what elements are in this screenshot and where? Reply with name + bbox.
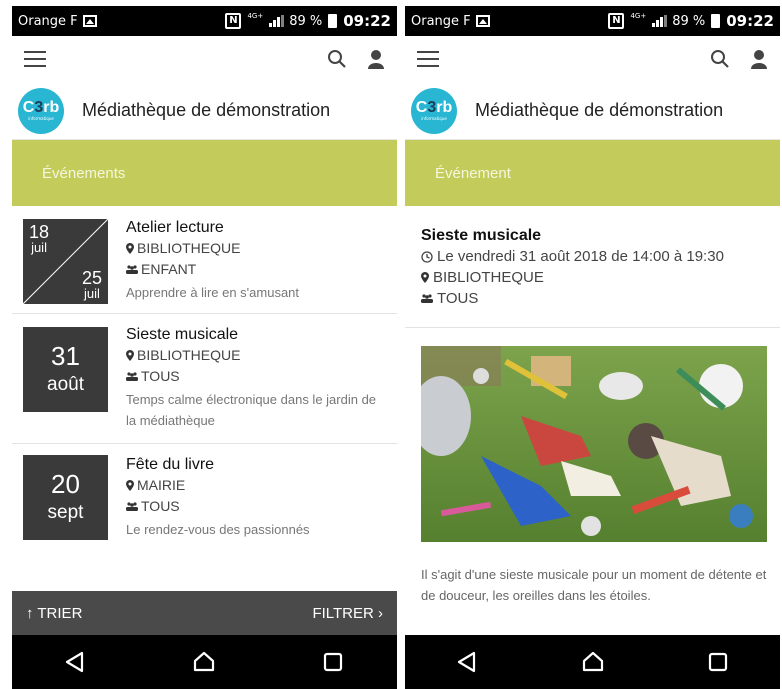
- menu-icon[interactable]: [24, 51, 46, 67]
- event-audience: TOUS: [141, 368, 180, 384]
- start-day: 18: [29, 222, 50, 242]
- event-datetime: Le vendredi 31 août 2018 de 14:00 à 19:3…: [437, 248, 724, 265]
- event-title: Sieste musicale: [421, 227, 542, 244]
- event-detail-screen: Orange F N 4G+ 89 % 09:22 C3rb informati…: [405, 6, 780, 689]
- carrier-name: Orange F: [18, 13, 78, 29]
- event-item-atelier-lecture[interactable]: 18 juil 25 juil Atelier lecture BIBLIOTHEQ…: [12, 206, 397, 314]
- account-icon[interactable]: [367, 49, 385, 69]
- group-icon: [126, 372, 138, 381]
- event-day: 31: [51, 341, 80, 371]
- nfc-icon: N: [225, 13, 242, 29]
- event-description: Le rendez-vous des passionnés: [126, 522, 310, 537]
- event-description: Il s'agit d'une sieste musicale pour un …: [421, 567, 767, 603]
- filter-button[interactable]: FILTRER ›: [312, 605, 383, 622]
- event-detail: Sieste musicale Le vendredi 31 août 2018…: [405, 206, 780, 328]
- event-item-sieste-musicale[interactable]: 31 août Sieste musicale BIBLIOTHEQUE TOU…: [12, 314, 397, 444]
- event-title: Fête du livre: [126, 456, 215, 473]
- event-list: 18 juil 25 juil Atelier lecture BIBLIOTHEQ…: [12, 206, 397, 556]
- library-header: C3rb informatique Médiathèque de démonst…: [12, 82, 397, 140]
- library-logo: C3rb informatique: [18, 87, 64, 134]
- carrier-name: Orange F: [411, 13, 471, 29]
- status-bar: Orange F N 4G+ 89 % 09:22: [12, 6, 397, 36]
- battery-icon: [711, 14, 721, 28]
- status-bar: Orange F N 4G+ 89 % 09:22: [405, 6, 780, 36]
- home-icon[interactable]: [190, 648, 218, 676]
- logo-text: C3rb: [22, 98, 60, 116]
- event-description: Temps calme électronique dans le jardin …: [126, 392, 377, 428]
- sort-button[interactable]: ↑ TRIER: [26, 605, 82, 622]
- end-day: 25: [81, 268, 102, 288]
- event-description: Apprendre à lire en s'amusant: [126, 285, 300, 300]
- event-month: sept: [47, 502, 84, 523]
- start-month: juil: [31, 240, 47, 255]
- clock: 09:22: [343, 12, 391, 30]
- event-date-range: 18 juil 25 juil: [23, 219, 108, 304]
- end-month: juil: [84, 286, 100, 301]
- event-audience: ENFANT: [141, 261, 197, 277]
- event-item-fete-du-livre[interactable]: 20 sept Fête du livre MAIRIE TOUS Le ren…: [12, 444, 397, 556]
- section-title: Événements: [12, 140, 397, 206]
- location-pin-icon: [126, 243, 134, 254]
- battery-icon: [328, 14, 338, 28]
- signal-icon: [652, 15, 668, 27]
- logo-text: C3rb: [415, 98, 453, 116]
- event-place: BIBLIOTHEQUE: [137, 240, 241, 256]
- event-day: 20: [51, 469, 80, 499]
- search-icon[interactable]: [327, 49, 347, 69]
- location-pin-icon: [421, 272, 429, 283]
- app-bar: [405, 36, 780, 82]
- event-date: 20 sept: [23, 455, 108, 540]
- event-month: août: [47, 374, 84, 395]
- event-audience: TOUS: [141, 498, 180, 514]
- search-icon[interactable]: [710, 49, 730, 69]
- library-header: C3rb informatique Médiathèque de démonst…: [405, 82, 780, 140]
- nfc-icon: N: [608, 13, 625, 29]
- clock-icon: [421, 250, 433, 263]
- image-notification-icon: [475, 15, 490, 27]
- group-icon: [126, 502, 138, 511]
- event-photo: [421, 346, 767, 542]
- event-title: Atelier lecture: [126, 219, 224, 236]
- system-nav-bar: [12, 635, 397, 689]
- event-photo-illustration: [421, 346, 767, 542]
- sort-filter-bar: ↑ TRIER FILTRER ›: [12, 591, 397, 635]
- events-list-screen: Orange F N 4G+ 89 % 09:22 C3rb informati…: [12, 6, 397, 689]
- menu-icon[interactable]: [417, 51, 439, 67]
- group-icon: [126, 265, 138, 274]
- network-type: 4G+: [247, 12, 264, 20]
- recents-icon[interactable]: [704, 648, 732, 676]
- app-bar: [12, 36, 397, 82]
- home-icon[interactable]: [579, 648, 607, 676]
- clock: 09:22: [726, 12, 774, 30]
- event-title: Sieste musicale: [126, 326, 239, 343]
- battery-percent: 89 %: [289, 13, 323, 29]
- back-icon[interactable]: [62, 648, 90, 676]
- location-pin-icon: [126, 480, 134, 491]
- event-audience: TOUS: [437, 290, 479, 307]
- library-title: Médiathèque de démonstration: [82, 100, 331, 120]
- image-notification-icon: [82, 15, 97, 27]
- account-icon[interactable]: [750, 49, 768, 69]
- back-icon[interactable]: [454, 648, 482, 676]
- library-logo: C3rb informatique: [411, 87, 457, 134]
- event-place: BIBLIOTHEQUE: [433, 269, 544, 286]
- event-place: MAIRIE: [137, 477, 186, 493]
- signal-icon: [269, 15, 285, 27]
- event-date: 31 août: [23, 327, 108, 412]
- network-type: 4G+: [630, 12, 647, 20]
- recents-icon[interactable]: [319, 648, 347, 676]
- logo-subtext: informatique: [28, 115, 54, 121]
- group-icon: [421, 294, 433, 303]
- battery-percent: 89 %: [672, 13, 706, 29]
- library-title: Médiathèque de démonstration: [475, 100, 724, 120]
- section-title: Événement: [405, 140, 780, 206]
- system-nav-bar: [405, 635, 780, 689]
- location-pin-icon: [126, 350, 134, 361]
- logo-subtext: informatique: [421, 115, 447, 121]
- event-place: BIBLIOTHEQUE: [137, 347, 241, 363]
